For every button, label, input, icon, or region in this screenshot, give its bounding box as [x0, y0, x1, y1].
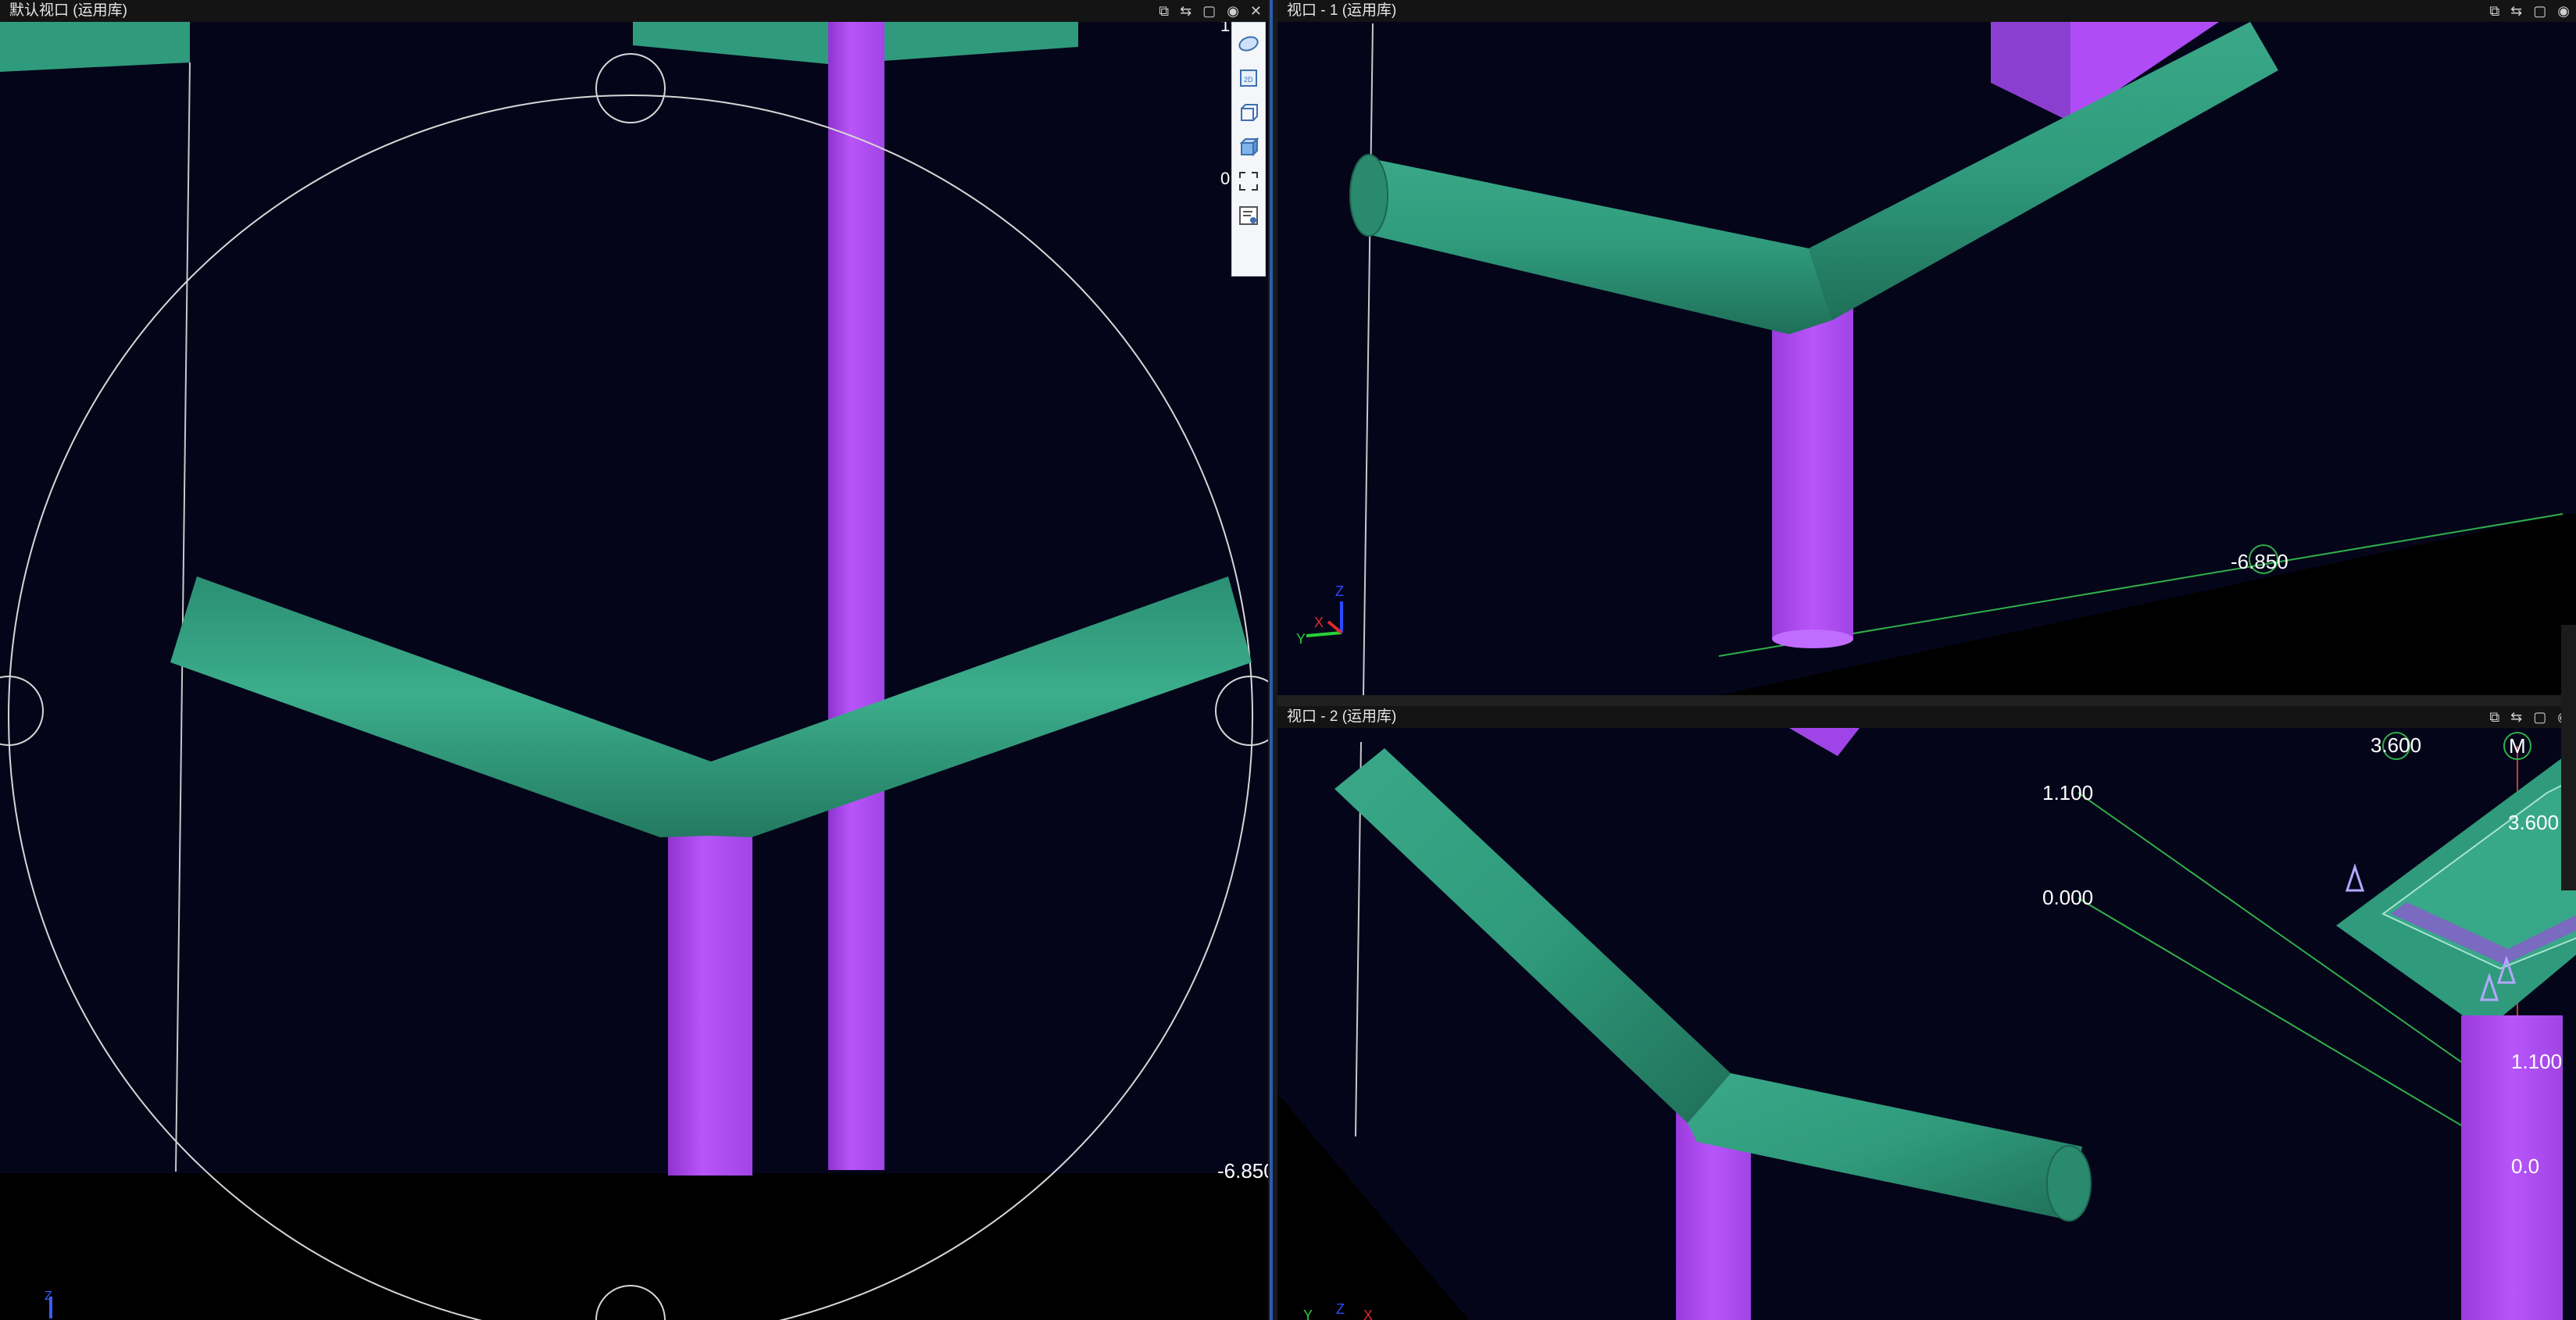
main-3d-scene[interactable]: -6.850 1 0 Z — [0, 22, 1268, 1320]
support-cone-1 — [2345, 863, 2365, 892]
main-viewport[interactable]: 默认视口 (运用库) ⧉ ⇆ ▢ ◉ ✕ -6.85 1 0 Z — [0, 0, 1268, 1320]
axis-label-z-2: Z — [1336, 1301, 1345, 1317]
grid-line-1b — [1363, 23, 1374, 695]
level-label-3600: 3.600 — [2371, 733, 2421, 757]
axis-label-z-1: Z — [1335, 583, 1344, 599]
swap-icon[interactable]: ⇆ — [1180, 0, 1192, 22]
viewport-2-titlebar[interactable]: 视口 - 2 (运用库) ⧉ ⇆ ▢ ◉ — [1277, 706, 2576, 728]
popout-icon[interactable]: ⧉ — [2489, 706, 2499, 728]
viewport-2-scene[interactable]: 3.600 M 1.100 0.000 3.600 1.100 0.0 Y Z … — [1277, 728, 2576, 1320]
axis-y-1 — [1306, 631, 1342, 637]
pipe-2-end — [2046, 1145, 2092, 1222]
pipe-branch-right — [711, 576, 1252, 837]
pipe-1-left — [1361, 158, 1832, 334]
level-label-1100: 1.100 — [2042, 781, 2093, 804]
beam-tip-2 — [1789, 728, 1860, 756]
vertical-splitter[interactable] — [1268, 0, 1277, 1320]
main-viewport-titlebar[interactable]: 默认视口 (运用库) ⧉ ⇆ ▢ ◉ ✕ — [0, 0, 1268, 22]
maximize-icon[interactable]: ▢ — [1202, 0, 1216, 22]
column-1-bottom — [1772, 630, 1853, 648]
toolbar-clip-top: 1 — [1220, 22, 1230, 35]
ground-plane — [0, 1173, 1268, 1320]
shaded-box-icon[interactable] — [1235, 134, 1262, 160]
ground-plane-2 — [1277, 1093, 1469, 1320]
level-label-main: -6.850 — [1217, 1159, 1268, 1183]
svg-text:2D: 2D — [1244, 76, 1253, 84]
fit-view-icon[interactable] — [1235, 168, 1262, 194]
pipe-branch-left — [170, 576, 711, 837]
view-settings-icon[interactable] — [1235, 202, 1262, 229]
axis-label-main: Z — [45, 1290, 52, 1303]
viewport-1-title: 视口 - 1 (运用库) — [1287, 2, 1397, 19]
column-1 — [1772, 305, 1853, 639]
level-label-1100-clip: 1.100 — [2511, 1050, 2562, 1073]
viewport-2[interactable]: 视口 - 2 (运用库) ⧉ ⇆ ▢ ◉ — [1277, 706, 2576, 1320]
maximize-icon[interactable]: ▢ — [2533, 706, 2546, 728]
axis-label-x-2: X — [1363, 1308, 1373, 1320]
column-short — [668, 804, 752, 1176]
axis-label-y-1: Y — [1296, 631, 1306, 647]
popout-icon[interactable]: ⧉ — [2489, 0, 2499, 22]
swap-icon[interactable]: ⇆ — [2510, 706, 2522, 728]
viewport-2-title: 视口 - 2 (运用库) — [1287, 708, 1397, 725]
horizontal-splitter[interactable] — [1277, 695, 2576, 706]
level-label-3600-clip: 3.600 — [2508, 811, 2559, 834]
pipe-1-left-end — [1349, 154, 1388, 237]
ring-handle-top[interactable] — [595, 53, 666, 123]
popout-icon[interactable]: ⧉ — [1159, 0, 1169, 22]
box-view-icon[interactable] — [1235, 99, 1262, 126]
axis-label-y-2: Y — [1303, 1308, 1313, 1320]
maximize-icon[interactable]: ▢ — [2533, 0, 2546, 22]
level-label-1: -6.850 — [2231, 550, 2288, 573]
view-sphere-icon[interactable] — [1235, 30, 1262, 57]
slab-left — [0, 22, 190, 72]
grid-label-m: M — [2509, 734, 2526, 758]
axis-label-x-1: X — [1314, 615, 1324, 630]
eye-icon[interactable]: ◉ — [2557, 0, 2570, 22]
viewport-1-scene[interactable]: -6.850 Z Y X — [1277, 22, 2576, 695]
swap-icon[interactable]: ⇆ — [2510, 0, 2522, 22]
view-toolbar: 2D — [1231, 22, 1266, 276]
axis-x-1 — [1327, 620, 1343, 634]
column-tall — [828, 22, 884, 1170]
2d-view-icon[interactable]: 2D — [1235, 65, 1262, 91]
ring-handle-left[interactable] — [0, 676, 44, 746]
pipe-2-upper — [1334, 748, 1731, 1123]
level-label-0000: 0.000 — [2042, 886, 2093, 909]
toolbar-clip-mid: 0 — [1220, 169, 1230, 188]
main-viewport-title: 默认视口 (运用库) — [9, 2, 127, 19]
level-label-00-clip: 0.0 — [2511, 1154, 2539, 1178]
eye-icon[interactable]: ◉ — [1227, 0, 1239, 22]
close-icon[interactable]: ✕ — [1250, 0, 1262, 22]
ring-handle-right[interactable] — [1215, 676, 1268, 746]
right-edge-panel[interactable] — [2561, 625, 2576, 890]
viewport-1[interactable]: 视口 - 1 (运用库) ⧉ ⇆ ▢ ◉ -6.850 Z Y X — [1277, 0, 2576, 695]
viewport-1-titlebar[interactable]: 视口 - 1 (运用库) ⧉ ⇆ ▢ ◉ — [1277, 0, 2576, 22]
